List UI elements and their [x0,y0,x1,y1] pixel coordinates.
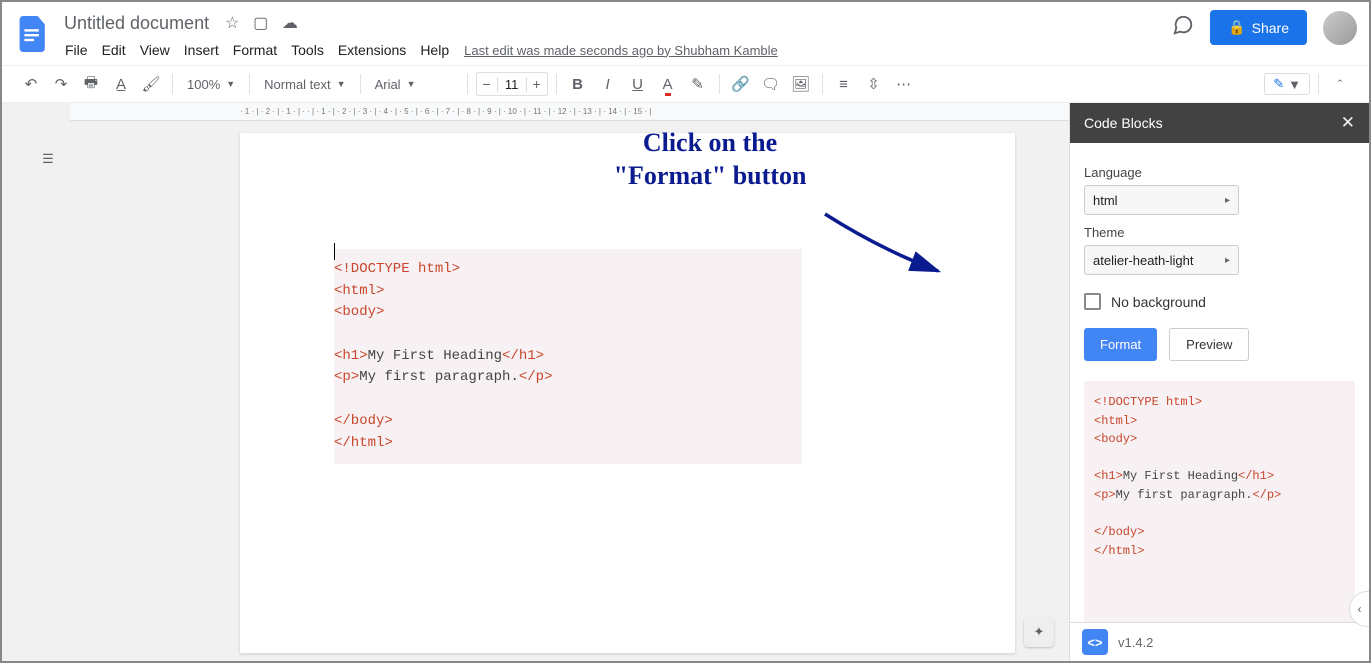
zoom-dropdown[interactable]: 100%▼ [181,77,241,92]
code-blocks-panel: Code Blocks ✕ Language html▸ Theme ateli… [1069,103,1369,661]
format-button[interactable]: Format [1084,328,1157,361]
image-icon[interactable]: 🖼 [788,71,814,97]
move-icon[interactable]: ▢ [253,15,268,32]
language-label: Language [1084,165,1355,180]
font-size-value[interactable]: 11 [497,77,527,92]
italic-icon[interactable]: I [595,71,621,97]
font-increase-button[interactable]: + [527,76,547,92]
avatar[interactable] [1323,11,1357,45]
explore-button[interactable]: ✦ [1024,617,1054,647]
code-block[interactable]: <!DOCTYPE html> <html> <body> <h1>My Fir… [334,249,802,464]
comments-icon[interactable] [1172,14,1194,42]
document-title[interactable]: Untitled document [58,11,215,36]
no-background-checkbox[interactable]: No background [1084,293,1355,310]
align-icon[interactable]: ≡ [831,71,857,97]
print-icon[interactable]: 🖶 [78,71,104,97]
tab-strip [2,103,26,661]
underline-icon[interactable]: U [625,71,651,97]
paint-format-icon[interactable]: 🖌 [138,71,164,97]
lock-icon: 🔒 [1228,19,1245,36]
code-preview: <!DOCTYPE html> <html> <body> <h1>My Fir… [1084,381,1355,622]
share-button[interactable]: 🔒 Share [1210,10,1307,45]
menu-view[interactable]: View [133,38,177,62]
menu-edit[interactable]: Edit [95,38,133,62]
spellcheck-icon[interactable]: A̲ [108,71,134,97]
menu-help[interactable]: Help [413,38,456,62]
text-cursor [334,243,335,260]
language-select[interactable]: html▸ [1084,185,1239,215]
ruler[interactable]: · 1 · | · 2 · | · 1 · | · · | · 1 · | · … [70,103,1069,121]
line-spacing-icon[interactable]: ⇳ [861,71,887,97]
document-page[interactable]: <!DOCTYPE html> <html> <body> <h1>My Fir… [240,133,1015,653]
cloud-icon[interactable]: ☁ [282,15,298,32]
share-label: Share [1252,20,1289,36]
more-icon[interactable]: ⋯ [891,71,917,97]
last-edit-link[interactable]: Last edit was made seconds ago by Shubha… [464,43,778,58]
theme-label: Theme [1084,225,1355,240]
font-decrease-button[interactable]: − [477,76,497,92]
hide-sidepanel-icon[interactable]: ˆ [1327,71,1353,97]
pencil-icon: ✎ [1273,76,1284,92]
redo-icon[interactable]: ↷ [48,71,74,97]
link-icon[interactable]: 🔗 [728,71,754,97]
menu-file[interactable]: File [58,38,95,62]
text-color-icon[interactable]: A [655,71,681,97]
menu-tools[interactable]: Tools [284,38,331,62]
version-label: v1.4.2 [1118,635,1153,650]
outline-icon[interactable]: ☰ [42,151,54,166]
docs-logo[interactable] [14,10,54,58]
menubar: File Edit View Insert Format Tools Exten… [58,36,1172,64]
star-icon[interactable]: ☆ [225,15,239,32]
menu-extensions[interactable]: Extensions [331,38,413,62]
comment-add-icon[interactable]: 🗨 [758,71,784,97]
editing-mode-dropdown[interactable]: ✎ ▼ [1264,73,1310,95]
preview-button[interactable]: Preview [1169,328,1249,361]
checkbox-icon [1084,293,1101,310]
undo-icon[interactable]: ↶ [18,71,44,97]
theme-select[interactable]: atelier-heath-light▸ [1084,245,1239,275]
addon-icon[interactable]: <> [1082,629,1108,655]
highlight-icon[interactable]: ✎ [685,71,711,97]
bold-icon[interactable]: B [565,71,591,97]
menu-format[interactable]: Format [226,38,284,62]
style-dropdown[interactable]: Normal text▼ [258,77,351,92]
close-icon[interactable]: ✕ [1341,113,1355,133]
outline-strip: ☰ [26,103,70,661]
panel-title: Code Blocks [1084,115,1163,131]
font-dropdown[interactable]: Arial▼ [369,77,459,92]
toolbar: ↶ ↷ 🖶 A̲ 🖌 100%▼ Normal text▼ Arial▼ − 1… [2,66,1369,103]
menu-insert[interactable]: Insert [177,38,226,62]
